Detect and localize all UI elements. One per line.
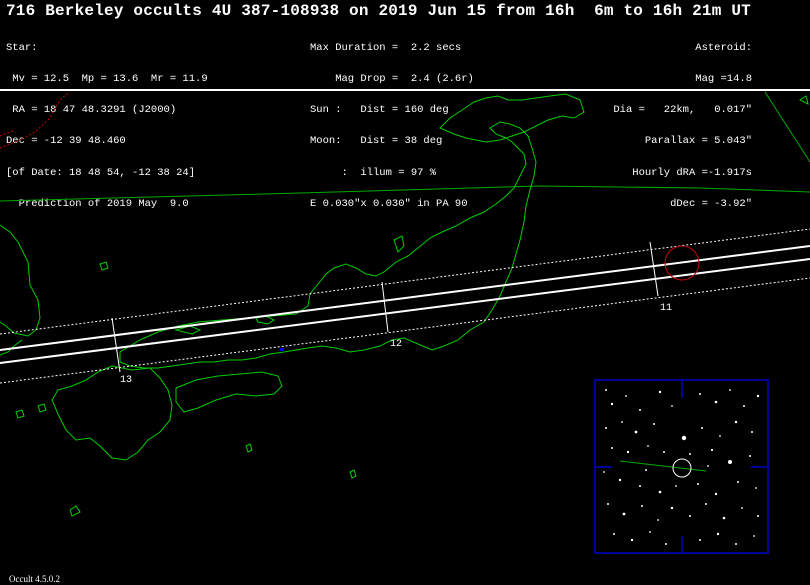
coastline	[799, 95, 809, 105]
national-border	[0, 91, 71, 149]
software-version: Occult 4.5.0.2	[9, 574, 60, 584]
coastline	[0, 224, 41, 337]
time-tick-line	[649, 241, 659, 297]
star-chart-frame	[594, 379, 769, 554]
coastline	[175, 371, 283, 413]
coastline	[37, 403, 47, 413]
coastline	[51, 365, 173, 461]
coastline	[349, 469, 357, 479]
time-tick-label: 12	[390, 339, 402, 350]
national-border	[0, 129, 16, 137]
path-edge-north	[0, 245, 810, 351]
coastline	[99, 261, 109, 271]
map-canvas: 11 12 13	[0, 91, 810, 554]
path-edge-south	[0, 258, 810, 364]
coastline	[245, 443, 253, 453]
coastline	[439, 93, 585, 143]
grid-line	[0, 185, 810, 202]
grid-line	[764, 91, 810, 163]
coastline	[69, 505, 81, 517]
path-limit-dotted	[0, 277, 810, 384]
time-tick-label: 13	[120, 375, 132, 386]
time-tick-label: 11	[660, 303, 672, 314]
time-tick-line	[381, 281, 389, 333]
observer-site-marker	[280, 348, 284, 351]
coastline	[393, 235, 405, 253]
time-tick-line	[111, 317, 121, 373]
coastline	[15, 409, 25, 419]
path-limit-dotted	[0, 228, 810, 335]
star-chart-inset	[594, 379, 769, 554]
